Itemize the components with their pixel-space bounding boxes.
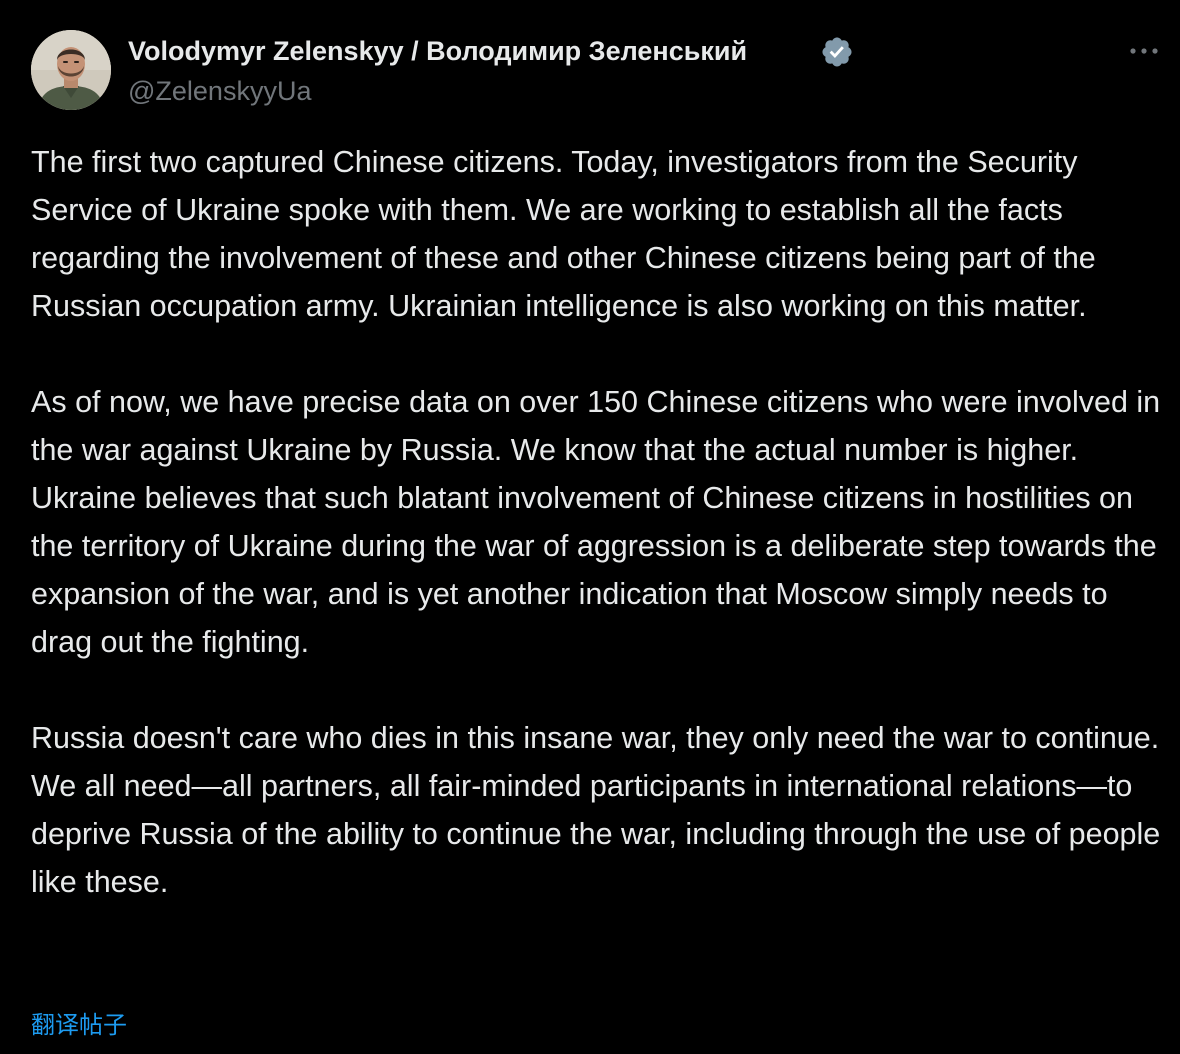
- more-horizontal-icon: [1130, 48, 1158, 54]
- tweet-paragraph: Russia doesn't care who dies in this ins…: [31, 721, 1161, 899]
- tweet: Volodymyr Zelenskyy / Володимир Зеленськ…: [0, 0, 1180, 1054]
- author-handle[interactable]: @ZelenskyyUa: [128, 75, 311, 107]
- author-display-name[interactable]: Volodymyr Zelenskyy / Володимир Зеленськ…: [128, 35, 747, 67]
- translate-post-link[interactable]: 翻译帖子: [31, 1008, 127, 1044]
- tweet-paragraph: As of now, we have precise data on over …: [31, 385, 1161, 659]
- avatar-image: [31, 30, 111, 110]
- tweet-paragraph: The first two captured Chinese citizens.…: [31, 145, 1096, 323]
- verified-badge-icon[interactable]: [820, 35, 854, 69]
- more-options-button[interactable]: [1124, 34, 1164, 68]
- tweet-text: The first two captured Chinese citizens.…: [31, 138, 1169, 906]
- avatar[interactable]: [31, 30, 111, 110]
